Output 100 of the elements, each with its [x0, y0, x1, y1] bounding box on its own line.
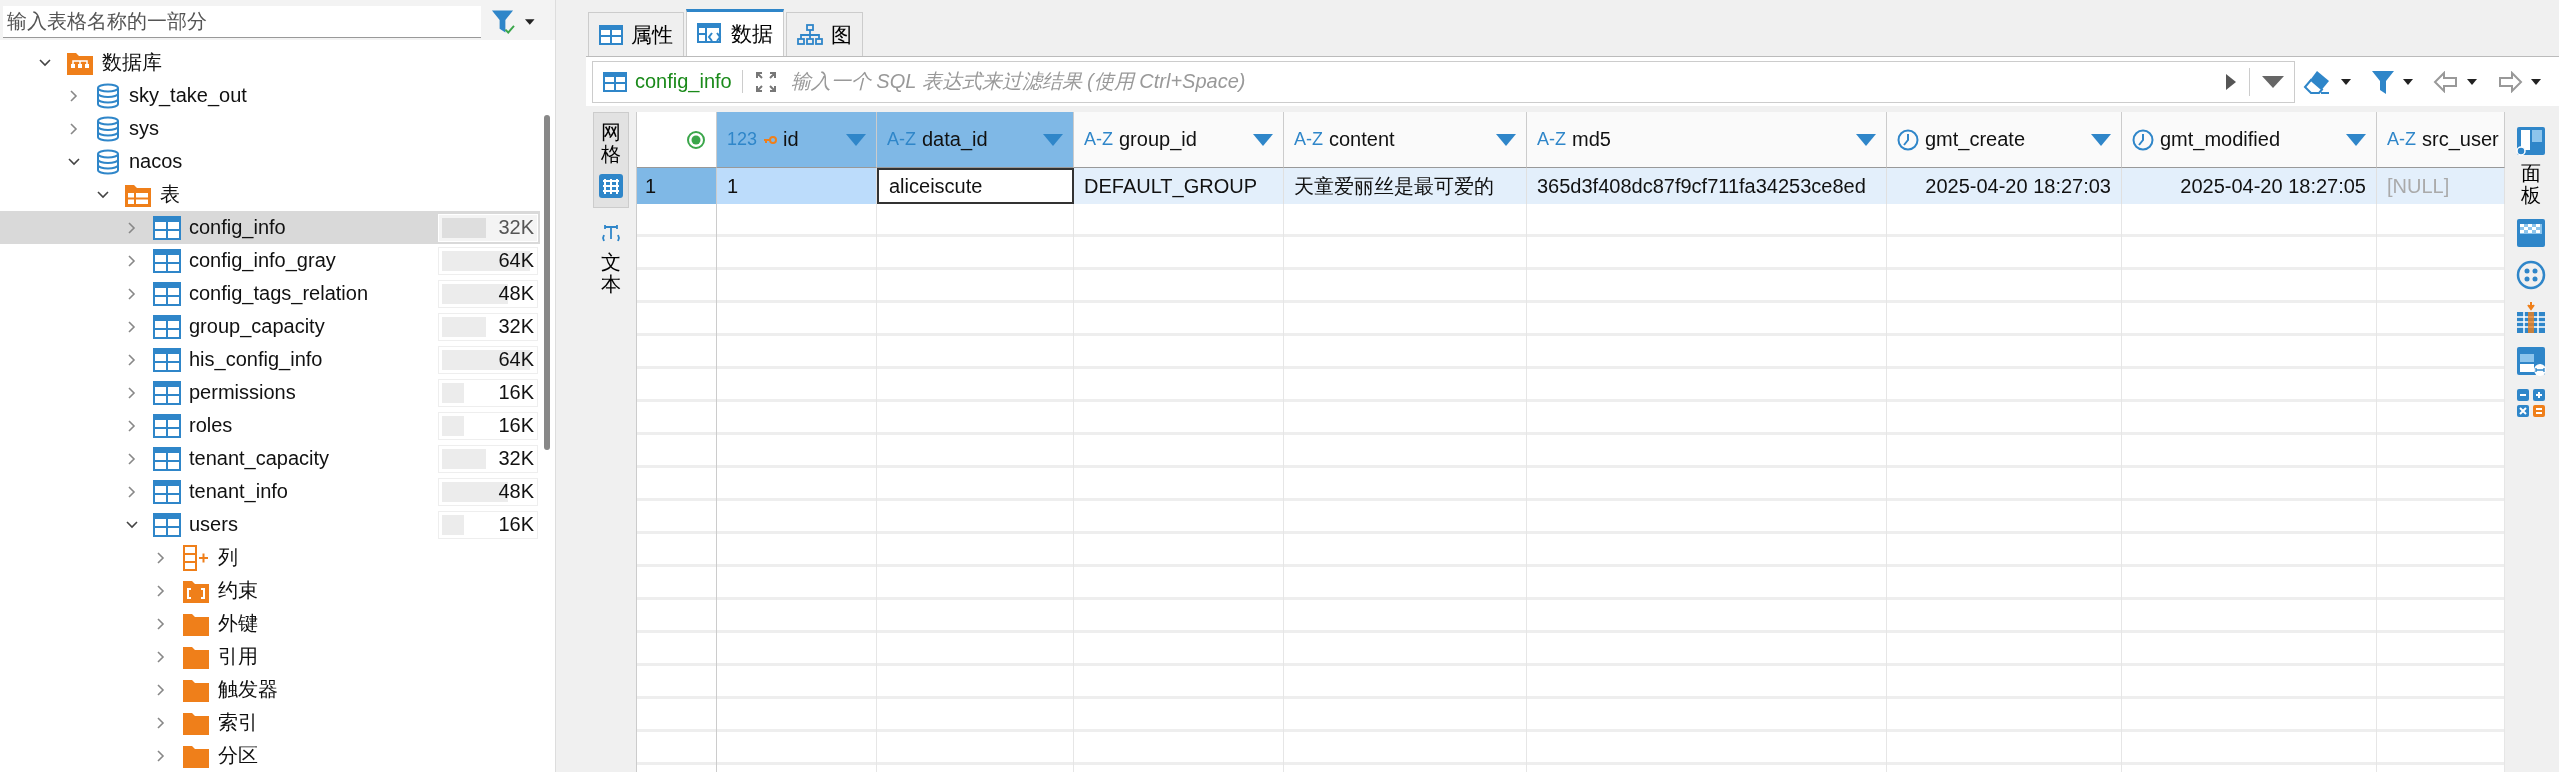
column-header[interactable]: A-Z data_id — [877, 112, 1074, 168]
table-icon — [599, 24, 623, 45]
caret-icon[interactable] — [2531, 78, 2541, 85]
tree-item[interactable]: config_info_gray 64K — [0, 244, 540, 277]
column-name: id — [783, 128, 799, 151]
caret-icon[interactable] — [2467, 78, 2477, 85]
tree-item[interactable]: 分区 — [0, 739, 540, 772]
tree-item[interactable]: sky_take_out — [0, 79, 540, 112]
panels-tab[interactable]: 面板 — [2515, 126, 2546, 206]
table-cell[interactable]: 2025-04-20 18:27:05 — [2122, 168, 2377, 204]
tree-item[interactable]: 列 — [0, 541, 540, 574]
type-label: A-Z — [1537, 129, 1566, 150]
tree-item[interactable]: config_tags_relation 48K — [0, 277, 540, 310]
dots-circle-icon[interactable] — [2515, 260, 2546, 290]
tree-item[interactable]: 约束 — [0, 574, 540, 607]
table-cell[interactable]: 天童爱丽丝是最可爱的 — [1284, 168, 1527, 204]
scrollbar-thumb[interactable] — [544, 115, 550, 450]
dropdown-icon[interactable] — [2262, 75, 2284, 88]
caret-icon[interactable] — [2403, 78, 2413, 85]
table-icon — [153, 413, 181, 438]
column-header[interactable]: A-Z md5 — [1527, 112, 1887, 168]
tree-item[interactable]: 索引 — [0, 706, 540, 739]
tree-item[interactable]: permissions 16K — [0, 376, 540, 409]
size-label: 32K — [498, 447, 535, 470]
table-cell[interactable]: DEFAULT_GROUP — [1074, 168, 1284, 204]
tree-item[interactable]: 引用 — [0, 640, 540, 673]
table-icon — [153, 314, 181, 339]
column-header[interactable]: A-Z src_user — [2377, 112, 2505, 168]
dropdown-icon[interactable] — [2091, 133, 2111, 146]
tree-item[interactable]: 触发器 — [0, 673, 540, 706]
tree-item[interactable]: his_config_info 64K — [0, 343, 540, 376]
table-icon — [153, 281, 181, 306]
table-cell[interactable]: 2025-04-20 18:27:03 — [1887, 168, 2122, 204]
table-cell[interactable]: 365d3f408dc87f9cf711fa34253ce8ed — [1527, 168, 1887, 204]
table-icon — [153, 248, 181, 273]
select-all-icon[interactable] — [686, 129, 706, 150]
dropdown-icon[interactable] — [1253, 133, 1273, 146]
column-name: md5 — [1572, 128, 1611, 151]
editor-tab[interactable]: 属性 — [588, 12, 684, 56]
search-field[interactable]: 输入表格名称的一部分 — [3, 5, 481, 38]
expand-icon[interactable] — [754, 70, 777, 93]
column-header[interactable]: gmt_create — [1887, 112, 2122, 168]
table-icon — [153, 446, 181, 471]
size-label: 16K — [498, 414, 535, 437]
grid-icon — [598, 173, 624, 199]
table-icon — [153, 215, 181, 240]
database-icon — [95, 148, 121, 175]
tree-item[interactable]: group_capacity 32K — [0, 310, 540, 343]
size-label: 48K — [498, 480, 535, 503]
size-label: 32K — [498, 315, 535, 338]
row-number[interactable]: 1 — [637, 168, 717, 204]
layout-icon[interactable] — [2515, 346, 2546, 376]
calculator-icon[interactable] — [2515, 388, 2546, 418]
type-label: A-Z — [1294, 129, 1323, 150]
key-icon — [763, 134, 778, 145]
play-icon[interactable] — [2225, 72, 2237, 91]
dropdown-icon[interactable] — [1856, 133, 1876, 146]
table-cell[interactable]: aliceiscute — [877, 168, 1074, 204]
column-insert-icon[interactable] — [2515, 302, 2546, 334]
tree-item[interactable]: nacos — [0, 145, 540, 178]
dropdown-icon[interactable] — [1496, 133, 1516, 146]
database-icon — [95, 115, 121, 142]
size-label: 48K — [498, 282, 535, 305]
caret-icon[interactable] — [525, 18, 535, 25]
view-tab[interactable]: 网格 — [593, 112, 629, 208]
type-label: A-Z — [887, 129, 916, 150]
filter-field[interactable]: config_info 输入一个 SQL 表达式来过滤结果 (使用 Ctrl+Space) — [592, 60, 2295, 103]
column-name: gmt_create — [1925, 128, 2026, 151]
table-link[interactable]: config_info — [603, 70, 743, 93]
type-label: A-Z — [2387, 129, 2416, 150]
table-cell[interactable]: 1 — [717, 168, 877, 204]
tree-item[interactable]: tenant_info 48K — [0, 475, 540, 508]
forward-arrow-icon[interactable] — [2497, 70, 2523, 93]
column-header[interactable]: A-Z group_id — [1074, 112, 1284, 168]
back-arrow-icon[interactable] — [2433, 70, 2459, 93]
tree-item[interactable]: sys — [0, 112, 540, 145]
column-name: gmt_modified — [2160, 128, 2281, 151]
caret-icon[interactable] — [2341, 78, 2351, 85]
table-icon — [153, 512, 181, 537]
tree-item[interactable]: roles 16K — [0, 409, 540, 442]
tree-item[interactable]: tenant_capacity 32K — [0, 442, 540, 475]
tree-item[interactable]: config_info 32K — [0, 211, 540, 244]
column-header[interactable]: 123 id — [717, 112, 877, 168]
editor-tab[interactable]: 数据 — [686, 9, 784, 56]
table-icon — [153, 347, 181, 372]
tree-item[interactable]: 外键 — [0, 607, 540, 640]
tree-item[interactable]: 表 — [0, 178, 540, 211]
column-header[interactable]: gmt_modified — [2122, 112, 2377, 168]
tree-item[interactable]: users 16K — [0, 508, 540, 541]
checkerboard-icon[interactable] — [2515, 218, 2546, 248]
tree-item[interactable]: 数据库 — [0, 46, 540, 79]
column-header[interactable]: A-Z content — [1284, 112, 1527, 168]
editor-tab[interactable]: 图 — [786, 12, 863, 56]
dropdown-icon[interactable] — [2346, 133, 2366, 146]
table-icon — [153, 479, 181, 504]
type-label: A-Z — [1084, 129, 1113, 150]
filter-icon[interactable] — [2371, 68, 2395, 95]
table-icon — [153, 380, 181, 405]
size-label: 16K — [498, 513, 535, 536]
view-tab[interactable]: 文本 — [596, 214, 626, 304]
